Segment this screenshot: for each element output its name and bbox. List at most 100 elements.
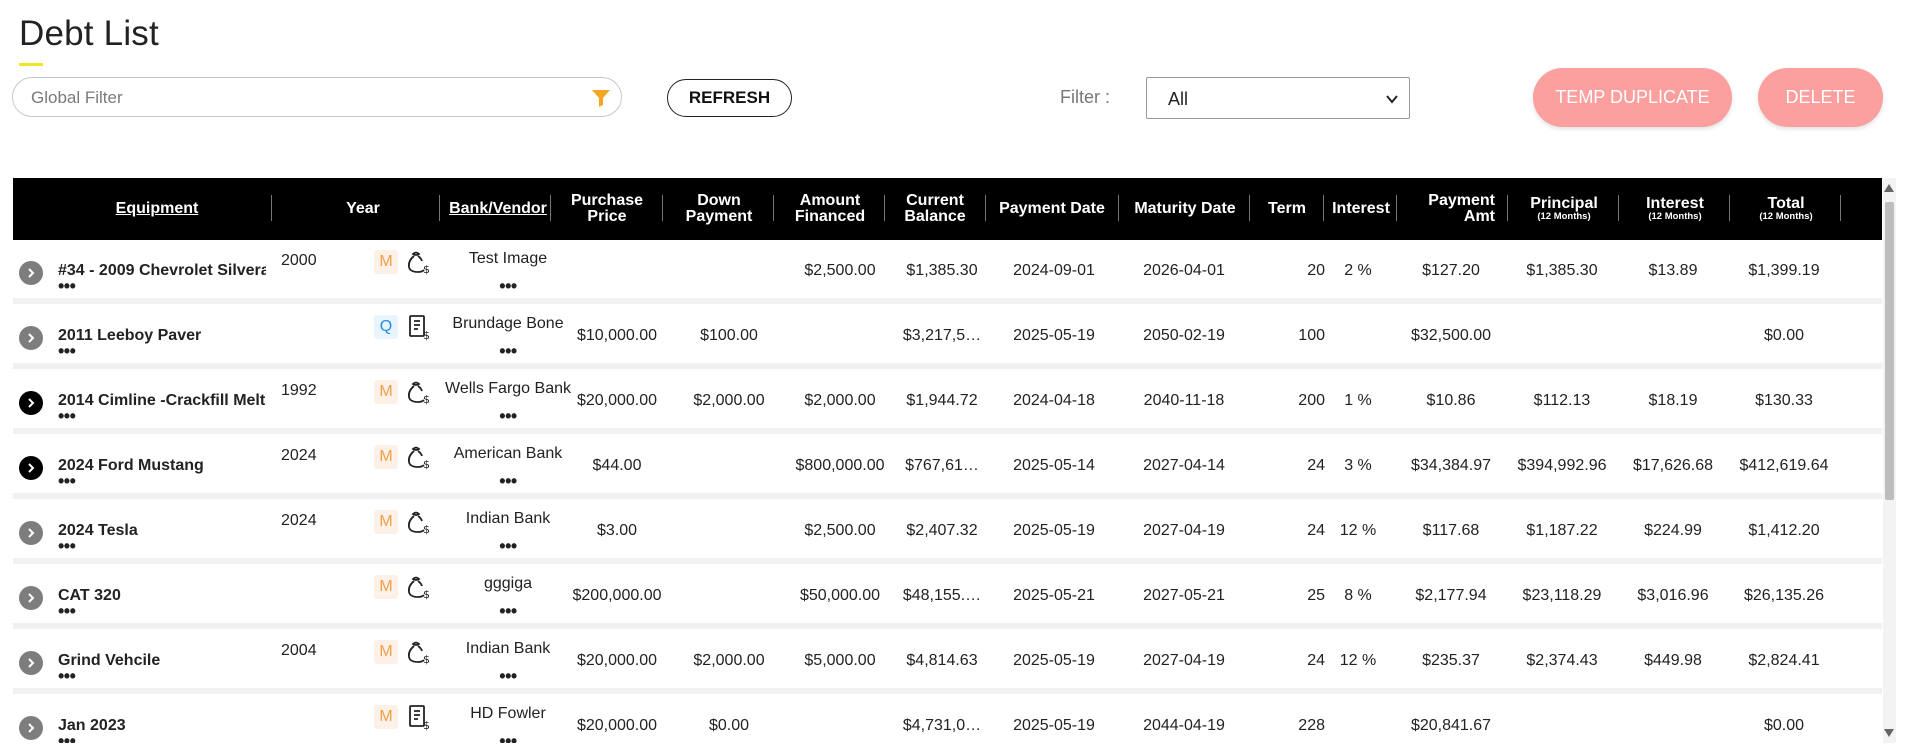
expand-row-button[interactable] bbox=[19, 391, 43, 415]
refresh-button[interactable]: REFRESH bbox=[667, 79, 792, 117]
total-cell: $2,824.41 bbox=[1748, 652, 1820, 669]
filter-label: Filter : bbox=[1060, 87, 1111, 107]
header-payment-amt[interactable]: Payment Amt bbox=[1399, 178, 1507, 240]
equipment-more-icon[interactable]: ••• bbox=[58, 666, 76, 687]
equipment-name[interactable]: 2024 Tesla bbox=[58, 522, 266, 540]
equipment-more-icon[interactable]: ••• bbox=[58, 276, 76, 297]
interest-12-cell: $3,016.96 bbox=[1637, 587, 1709, 604]
header-year[interactable]: Year bbox=[323, 178, 403, 240]
invoice-icon[interactable]: $ bbox=[405, 703, 433, 731]
vertical-scrollbar[interactable] bbox=[1883, 178, 1896, 743]
temp-duplicate-button[interactable]: TEMP DUPLICATE bbox=[1533, 68, 1732, 127]
scroll-up-arrow-icon[interactable] bbox=[1884, 184, 1894, 192]
bank-more-icon[interactable]: ••• bbox=[499, 731, 517, 743]
header-maturity-date[interactable]: Maturity Date bbox=[1121, 178, 1249, 240]
type-badge[interactable]: M bbox=[374, 445, 398, 469]
type-badge[interactable]: M bbox=[374, 575, 398, 599]
global-filter[interactable] bbox=[12, 77, 622, 117]
money-bag-icon[interactable]: $ bbox=[405, 248, 433, 276]
delete-button[interactable]: DELETE bbox=[1758, 68, 1883, 127]
equipment-more-icon[interactable]: ••• bbox=[58, 536, 76, 557]
table-row[interactable]: 2024 Ford Mustang ••• 2024 M $ $ America… bbox=[13, 435, 1882, 499]
global-filter-input[interactable] bbox=[29, 86, 573, 110]
bank-more-icon[interactable]: ••• bbox=[499, 601, 517, 622]
equipment-name[interactable]: 2014 Cimline -Crackfill Melter bbox=[58, 392, 266, 410]
expand-row-button[interactable] bbox=[19, 651, 43, 675]
scroll-thumb[interactable] bbox=[1885, 202, 1894, 500]
expand-row-button[interactable] bbox=[19, 261, 43, 285]
header-separator bbox=[1618, 195, 1619, 221]
header-principal[interactable]: Principal (12 Months) bbox=[1510, 178, 1618, 240]
equipment-name[interactable]: 2011 Leeboy Paver bbox=[58, 327, 266, 345]
current-balance-cell: $3,217,5… bbox=[902, 327, 982, 344]
expand-row-button[interactable] bbox=[19, 716, 43, 740]
bank-more-icon[interactable]: ••• bbox=[499, 536, 517, 557]
table-row[interactable]: 2024 Tesla ••• 2024 M $ $ Indian Bank ••… bbox=[13, 500, 1882, 564]
header-term[interactable]: Term bbox=[1252, 178, 1322, 240]
bank-vendor-cell: gggiga bbox=[483, 575, 533, 592]
type-badge[interactable]: Q bbox=[374, 315, 398, 339]
principal-cell: $23,118.29 bbox=[1522, 587, 1602, 604]
header-principal-l1: Principal bbox=[1530, 195, 1598, 212]
type-badge[interactable]: M bbox=[374, 640, 398, 664]
header-interest-12[interactable]: Interest (12 Months) bbox=[1621, 178, 1729, 240]
table-row[interactable]: 2011 Leeboy Paver ••• Q $ $ Brundage Bon… bbox=[13, 305, 1882, 369]
type-badge[interactable]: M bbox=[374, 380, 398, 404]
equipment-name[interactable]: Grind Vehcile bbox=[58, 652, 266, 670]
header-amount-financed[interactable]: Amount Financed bbox=[776, 178, 884, 240]
equipment-more-icon[interactable]: ••• bbox=[58, 341, 76, 362]
table-row[interactable]: Grind Vehcile ••• 2004 M $ $ Indian Bank… bbox=[13, 630, 1882, 694]
equipment-name[interactable]: CAT 320 bbox=[58, 587, 266, 605]
page-title: Debt List bbox=[19, 14, 159, 53]
maturity-date-cell: 2040-11-18 bbox=[1143, 392, 1225, 409]
invoice-icon[interactable]: $ bbox=[405, 313, 433, 341]
header-interest[interactable]: Interest bbox=[1326, 178, 1396, 240]
payment-amt-cell: $117.68 bbox=[1422, 522, 1480, 539]
header-current-balance[interactable]: Current Balance bbox=[887, 178, 983, 240]
amount-financed-cell: $2,500.00 bbox=[804, 262, 876, 279]
table-row[interactable]: Jan 2023 ••• M $ $ HD Fowler ••• $20,000… bbox=[13, 695, 1882, 743]
payment-amt-cell: $2,177.94 bbox=[1415, 587, 1487, 604]
chevron-right-icon bbox=[28, 463, 35, 473]
header-total[interactable]: Total (12 Months) bbox=[1732, 178, 1840, 240]
money-bag-icon[interactable]: $ bbox=[405, 508, 433, 536]
equipment-more-icon[interactable]: ••• bbox=[58, 601, 76, 622]
term-cell: 228 bbox=[1298, 717, 1325, 734]
header-purchase-price[interactable]: Purchase Price bbox=[553, 178, 661, 240]
funnel-icon[interactable] bbox=[591, 88, 611, 108]
equipment-name[interactable]: Jan 2023 bbox=[58, 717, 266, 735]
filter-select[interactable]: All bbox=[1146, 77, 1410, 119]
bank-more-icon[interactable]: ••• bbox=[499, 406, 517, 427]
bank-more-icon[interactable]: ••• bbox=[499, 666, 517, 687]
expand-row-button[interactable] bbox=[19, 326, 43, 350]
interest-cell: 3 % bbox=[1344, 457, 1372, 474]
money-bag-icon[interactable]: $ bbox=[405, 638, 433, 666]
header-bank-vendor[interactable]: Bank/Vendor bbox=[443, 178, 553, 240]
type-badge[interactable]: M bbox=[374, 250, 398, 274]
header-payment-date[interactable]: Payment Date bbox=[987, 178, 1117, 240]
principal-cell: $1,187.22 bbox=[1526, 522, 1598, 539]
header-equipment[interactable]: Equipment bbox=[79, 178, 235, 240]
money-bag-icon[interactable]: $ bbox=[405, 573, 433, 601]
equipment-more-icon[interactable]: ••• bbox=[58, 406, 76, 427]
scroll-down-arrow-icon[interactable] bbox=[1884, 729, 1894, 737]
expand-row-button[interactable] bbox=[19, 456, 43, 480]
money-bag-icon[interactable]: $ bbox=[405, 378, 433, 406]
type-badge[interactable]: M bbox=[374, 510, 398, 534]
bank-more-icon[interactable]: ••• bbox=[499, 341, 517, 362]
expand-row-button[interactable] bbox=[19, 521, 43, 545]
equipment-name[interactable]: #34 - 2009 Chevrolet Silverado bbox=[58, 262, 266, 280]
table-row[interactable]: 2014 Cimline -Crackfill Melter ••• 1992 … bbox=[13, 370, 1882, 434]
current-balance-cell: $4,731,0… bbox=[902, 717, 982, 734]
table-row[interactable]: #34 - 2009 Chevrolet Silverado ••• 2000 … bbox=[13, 240, 1882, 304]
table-row[interactable]: CAT 320 ••• M $ $ gggiga ••• $200,000.00… bbox=[13, 565, 1882, 629]
equipment-name[interactable]: 2024 Ford Mustang bbox=[58, 457, 266, 475]
header-down-payment[interactable]: Down Payment bbox=[665, 178, 773, 240]
expand-row-button[interactable] bbox=[19, 586, 43, 610]
equipment-more-icon[interactable]: ••• bbox=[58, 471, 76, 492]
equipment-more-icon[interactable]: ••• bbox=[58, 731, 76, 743]
type-badge[interactable]: M bbox=[374, 705, 398, 729]
bank-more-icon[interactable]: ••• bbox=[499, 471, 517, 492]
bank-more-icon[interactable]: ••• bbox=[499, 276, 517, 297]
money-bag-icon[interactable]: $ bbox=[405, 443, 433, 471]
